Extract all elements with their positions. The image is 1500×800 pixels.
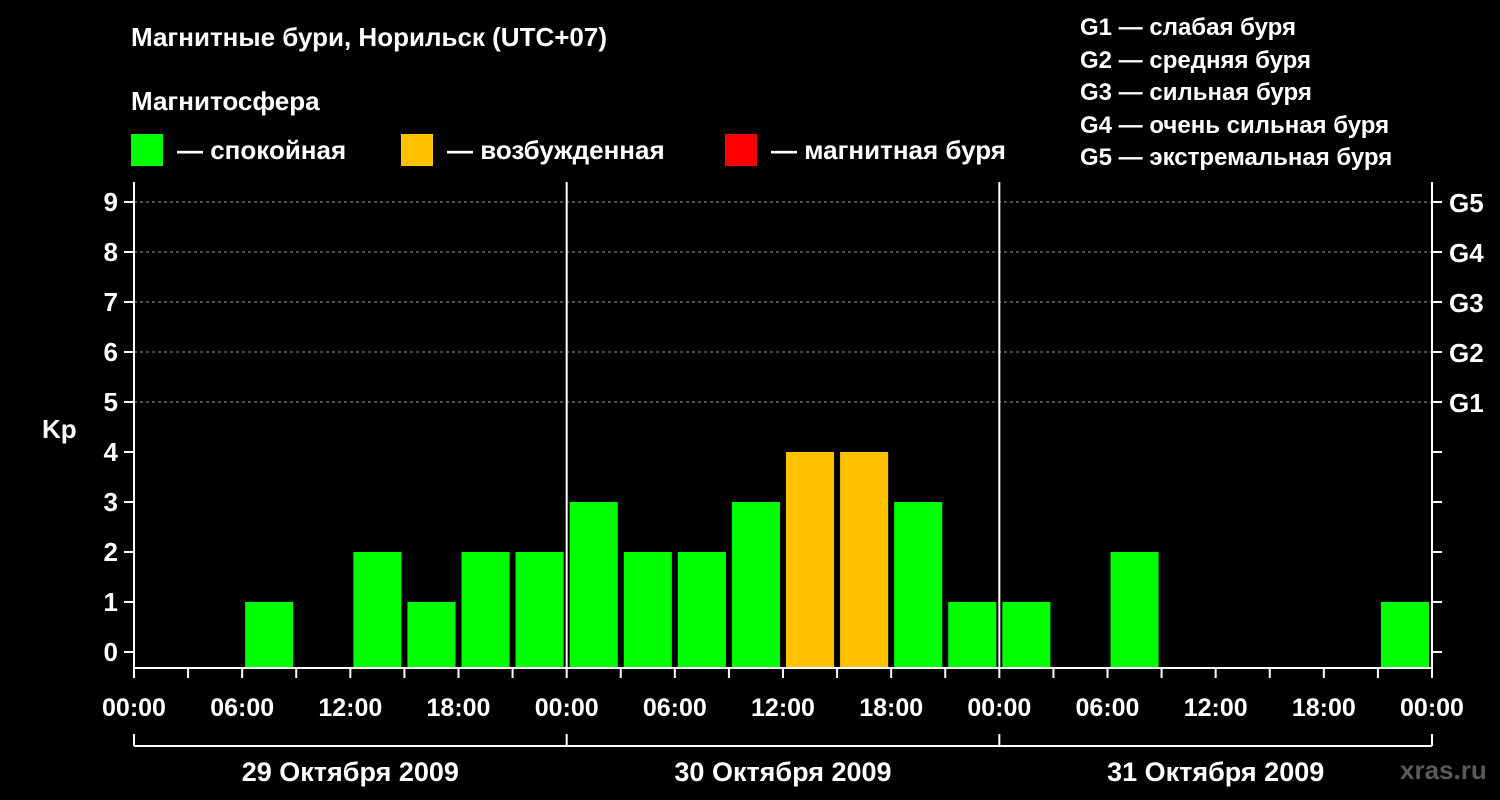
kp-bar — [569, 502, 618, 668]
kp-bar — [407, 602, 456, 668]
watermark: xras.ru — [1400, 755, 1487, 785]
kp-bar — [840, 452, 889, 668]
g-level-label: G5 — [1449, 188, 1484, 218]
x-tick-label: 00:00 — [535, 694, 599, 722]
y-tick-label: 5 — [104, 387, 118, 417]
kp-bar — [1002, 602, 1051, 668]
y-tick-label: 9 — [104, 187, 118, 217]
x-tick-label: 00:00 — [1400, 694, 1464, 722]
y-tick-label: 6 — [104, 337, 118, 367]
day-label: 30 Октября 2009 — [674, 757, 891, 787]
y-tick-label: 4 — [104, 437, 119, 467]
x-tick-label: 06:00 — [210, 694, 274, 722]
day-label: 31 Октября 2009 — [1107, 757, 1324, 787]
kp-bar-chart: 0 1 2 3 4 5 6 7 8 9 G1 G2 G3 G4 G5 Kp 00:00 06:00 12:00 18:… — [42, 182, 1484, 787]
g-level-label: G3 — [1449, 288, 1484, 318]
x-tick-label: 06:00 — [643, 694, 707, 722]
g-level-label: G1 — [1449, 388, 1484, 418]
y-tick-label: 2 — [104, 537, 118, 567]
kp-bar — [731, 502, 780, 668]
y-tick-label: 3 — [104, 487, 118, 517]
kp-bar — [677, 552, 726, 668]
y-tick-label: 0 — [104, 637, 118, 667]
x-tick-label: 12:00 — [318, 694, 382, 722]
kp-bar — [461, 552, 510, 668]
y-tick-label: 1 — [104, 587, 118, 617]
x-tick-label: 18:00 — [859, 694, 923, 722]
kp-bar — [1380, 602, 1429, 668]
x-tick-label: 00:00 — [967, 694, 1031, 722]
x-tick-label: 18:00 — [1292, 694, 1356, 722]
x-tick-label: 00:00 — [102, 694, 166, 722]
kp-bar — [515, 552, 564, 668]
kp-bar — [1110, 552, 1159, 668]
kp-bar — [894, 502, 943, 668]
kp-bar — [623, 552, 672, 668]
x-tick-label: 06:00 — [1076, 694, 1140, 722]
kp-bar — [353, 552, 402, 668]
y-tick-label: 7 — [104, 287, 118, 317]
g-level-label: G4 — [1449, 238, 1484, 268]
x-tick-label: 12:00 — [751, 694, 815, 722]
x-tick-label: 12:00 — [1184, 694, 1248, 722]
kp-bar — [948, 602, 997, 668]
x-tick-label: 18:00 — [427, 694, 491, 722]
y-axis-label: Kp — [42, 414, 77, 444]
kp-bar — [786, 452, 835, 668]
y-tick-label: 8 — [104, 237, 118, 267]
kp-bar — [245, 602, 294, 668]
day-label: 29 Октября 2009 — [242, 757, 459, 787]
g-level-label: G2 — [1449, 338, 1484, 368]
